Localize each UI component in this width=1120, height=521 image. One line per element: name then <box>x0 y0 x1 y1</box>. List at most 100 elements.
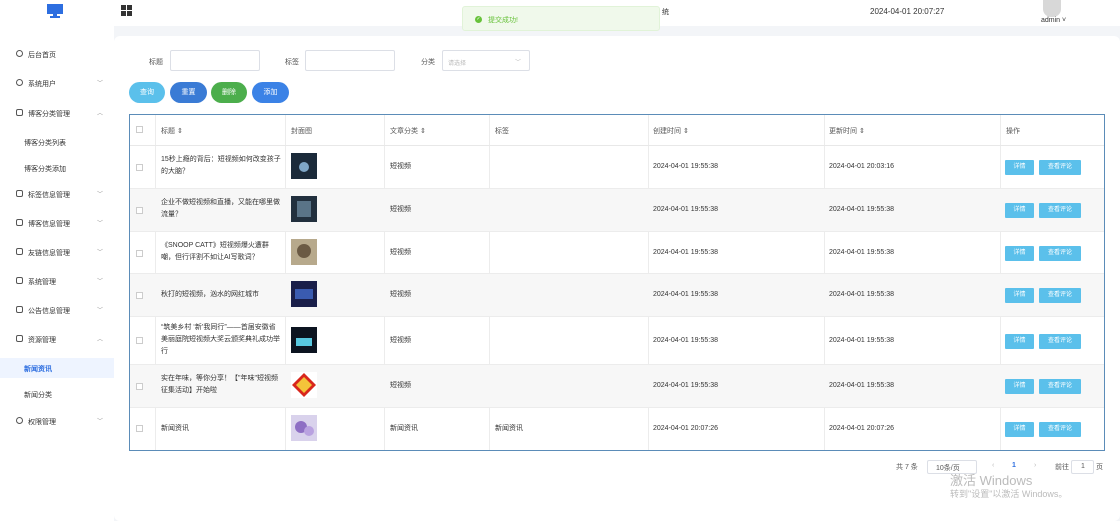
avatar[interactable] <box>1043 0 1061 17</box>
detail-button[interactable]: 详情 <box>1005 246 1034 261</box>
chevron-down-icon: ﹀ <box>97 279 104 285</box>
sidebar-item-label: 公告信息管理 <box>28 308 70 315</box>
header-category[interactable]: 文章分类 ⇕ <box>390 126 426 136</box>
row-category: 短视频 <box>390 337 411 344</box>
header-updated[interactable]: 更新时间 ⇕ <box>829 126 865 136</box>
table-header: 标题 ⇕ 封面图 文章分类 ⇕ 标签 创建时间 ⇕ 更新时间 ⇕ 操作 <box>130 115 1104 146</box>
page-suffix: 页 <box>1096 464 1103 471</box>
row-checkbox[interactable] <box>136 383 143 390</box>
goto-label: 前往 <box>1055 464 1069 471</box>
chevron-up-icon: ︿ <box>97 111 104 117</box>
table-row: “筑美乡村 ‘新’我同行”——首届安徽省美丽庭院短视频大奖云颁奖典礼成功举行 短… <box>130 317 1104 365</box>
sidebar-item-news[interactable]: 新闻资讯 <box>0 358 114 378</box>
sidebar-item-label: 系统管理 <box>28 279 56 286</box>
sidebar-item-blog-category-list[interactable]: 博客分类列表 <box>0 132 114 152</box>
title-filter-input[interactable] <box>170 50 260 71</box>
cover-image <box>291 153 317 179</box>
user-menu[interactable]: admin ˅ <box>1041 17 1066 24</box>
row-checkbox[interactable] <box>136 164 143 171</box>
sidebar-item-news-category[interactable]: 新闻分类 <box>0 384 114 404</box>
sidebar-item-links[interactable]: 友链信息管理 ﹀ <box>0 242 114 262</box>
sidebar-item-users[interactable]: 系统用户 ﹀ <box>0 73 114 93</box>
header-actions: 操作 <box>1006 128 1020 135</box>
chevron-down-icon: ﹀ <box>97 419 104 425</box>
current-datetime: 2024-04-01 20:07:27 <box>870 7 945 16</box>
system-title: 统 <box>662 9 669 16</box>
category-filter-label: 分类 <box>421 59 435 66</box>
view-comments-button[interactable]: 查看评论 <box>1039 246 1081 261</box>
sidebar-item-label: 博客分类添加 <box>24 166 66 173</box>
detail-button[interactable]: 详情 <box>1005 203 1034 218</box>
settings-icon <box>16 277 23 284</box>
sidebar-item-permissions[interactable]: 权限管理 ﹀ <box>0 411 114 431</box>
sidebar-item-blog-category-add[interactable]: 博客分类添加 <box>0 158 114 178</box>
row-updated: 2024-04-01 19:55:38 <box>829 291 894 298</box>
row-checkbox[interactable] <box>136 425 143 432</box>
row-updated: 2024-04-01 20:03:16 <box>829 163 894 170</box>
cover-image <box>291 196 317 222</box>
chevron-down-icon: ﹀ <box>97 250 104 256</box>
category-select[interactable]: 请选择 ﹀ <box>442 50 530 71</box>
sidebar-item-label: 博客信息管理 <box>28 221 70 228</box>
sidebar-item-label: 新闻资讯 <box>24 366 52 373</box>
sidebar-item-label: 博客分类列表 <box>24 140 66 147</box>
row-title: 15秒上瘾的背后：短视频如何改变孩子的大脑？ <box>161 156 281 175</box>
menu-grid-icon[interactable] <box>121 5 132 16</box>
sidebar-item-label: 新闻分类 <box>24 392 52 399</box>
row-updated: 2024-04-01 19:55:38 <box>829 337 894 344</box>
toast-message: 提交成功! <box>488 17 518 24</box>
next-page-button[interactable]: › <box>1034 462 1036 469</box>
chevron-down-icon: ﹀ <box>514 60 521 66</box>
row-category: 短视频 <box>390 206 411 213</box>
detail-button[interactable]: 详情 <box>1005 379 1034 394</box>
view-comments-button[interactable]: 查看评论 <box>1039 422 1081 437</box>
link-icon <box>16 248 23 255</box>
header-created[interactable]: 创建时间 ⇕ <box>653 126 689 136</box>
header-title[interactable]: 标题 ⇕ <box>161 126 183 136</box>
sidebar-item-label: 博客分类管理 <box>28 111 70 118</box>
reset-button[interactable]: 重置 <box>170 82 207 103</box>
sidebar-item-tags[interactable]: 标签信息管理 ﹀ <box>0 184 114 204</box>
row-title: 企业不做短视频和直播，又能在哪里做流量？ <box>161 199 280 218</box>
row-checkbox[interactable] <box>136 207 143 214</box>
current-page[interactable]: 1 <box>1012 462 1016 469</box>
detail-button[interactable]: 详情 <box>1005 160 1034 175</box>
row-created: 2024-04-01 20:07:26 <box>653 425 718 432</box>
sidebar-item-notices[interactable]: 公告信息管理 ﹀ <box>0 300 114 320</box>
sidebar-item-resources[interactable]: 资源管理 ︿ <box>0 329 114 349</box>
select-all-checkbox[interactable] <box>136 126 143 133</box>
row-title: 秋打的短视频，汹水的网红城市 <box>161 291 259 298</box>
success-toast: ✓ 提交成功! <box>462 6 660 31</box>
sidebar-item-home[interactable]: 后台首页 <box>0 44 114 64</box>
view-comments-button[interactable]: 查看评论 <box>1039 160 1081 175</box>
view-comments-button[interactable]: 查看评论 <box>1039 379 1081 394</box>
goto-page-input[interactable]: 1 <box>1071 460 1094 474</box>
sidebar-item-system[interactable]: 系统管理 ﹀ <box>0 271 114 291</box>
cover-image <box>291 239 317 265</box>
detail-button[interactable]: 详情 <box>1005 288 1034 303</box>
row-category: 短视频 <box>390 382 411 389</box>
add-button[interactable]: 添加 <box>252 82 289 103</box>
view-comments-button[interactable]: 查看评论 <box>1039 288 1081 303</box>
row-checkbox[interactable] <box>136 337 143 344</box>
detail-button[interactable]: 详情 <box>1005 334 1034 349</box>
sidebar-item-blogs[interactable]: 博客信息管理 ﹀ <box>0 213 114 233</box>
header-tags: 标签 <box>495 128 509 135</box>
view-comments-button[interactable]: 查看评论 <box>1039 334 1081 349</box>
row-checkbox[interactable] <box>136 292 143 299</box>
detail-button[interactable]: 详情 <box>1005 422 1034 437</box>
view-comments-button[interactable]: 查看评论 <box>1039 203 1081 218</box>
tag-filter-input[interactable] <box>305 50 395 71</box>
row-created: 2024-04-01 19:55:38 <box>653 291 718 298</box>
row-created: 2024-04-01 19:55:38 <box>653 249 718 256</box>
sidebar-item-blog-category[interactable]: 博客分类管理 ︿ <box>0 103 114 123</box>
doc-icon <box>16 219 23 226</box>
search-button[interactable]: 查询 <box>129 82 165 103</box>
row-checkbox[interactable] <box>136 250 143 257</box>
cover-image <box>291 415 317 441</box>
table-row: 《SNOOP CATT》短视频爆火遭群嘲，但行评割不如让AI写歌词？ 短视频 2… <box>130 232 1104 274</box>
delete-button[interactable]: 删除 <box>211 82 247 103</box>
sidebar-item-label: 友链信息管理 <box>28 250 70 257</box>
prev-page-button[interactable]: ‹ <box>992 462 994 469</box>
row-category: 短视频 <box>390 249 411 256</box>
